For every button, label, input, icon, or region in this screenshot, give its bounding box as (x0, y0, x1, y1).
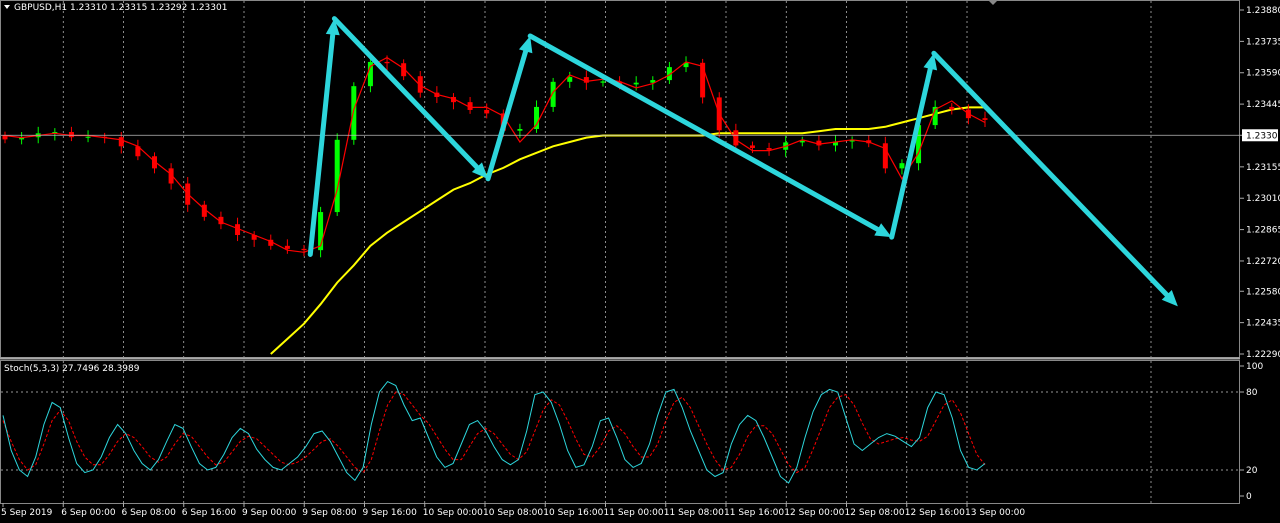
stoch-levels (1, 391, 1240, 471)
y-tick-label: 1.23880 (1246, 6, 1280, 16)
x-tick-label: 12 Sep 08:00 (845, 508, 905, 518)
y-tick-label: 1.22290 (1246, 350, 1280, 360)
x-tick-label: 6 Sep 08:00 (122, 508, 177, 518)
x-tick-label: 12 Sep 00:00 (784, 508, 844, 518)
candle-body (301, 248, 307, 251)
stoch-main-line (2, 380, 986, 484)
stoch-tick-label: 80 (1246, 388, 1258, 398)
stoch-axis: 100 80 20 0 (1240, 362, 1263, 502)
x-tick-label: 5 Sep 2019 (1, 508, 53, 518)
chart-menu-icon[interactable] (4, 5, 10, 9)
candle-body (284, 245, 290, 249)
candle-body (633, 82, 639, 85)
x-tick-label: 6 Sep 16:00 (182, 508, 237, 518)
trend-arrows (307, 16, 1178, 307)
candle-body (882, 143, 888, 169)
candle-body (85, 136, 91, 138)
candle-body (384, 61, 390, 64)
y-tick-label: 1.22865 (1246, 226, 1280, 236)
candle-body (517, 128, 523, 131)
candle-body (68, 132, 74, 138)
y-tick-label: 1.23010 (1246, 194, 1280, 204)
candle-body (334, 139, 340, 213)
y-tick-label: 1.23735 (1246, 37, 1280, 47)
x-tick-label: 10 Sep 08:00 (483, 508, 543, 518)
x-tick-label: 12 Sep 16:00 (905, 508, 965, 518)
price-axis: 1.23880 1.23735 1.23590 1.23445 1.23301 1.231… (1240, 6, 1280, 360)
trend-arrow-shaft (889, 66, 933, 240)
y-tick-label: 1.23590 (1246, 69, 1280, 79)
stoch-tick-label: 0 (1246, 492, 1252, 502)
x-tick-label: 11 Sep 16:00 (724, 508, 784, 518)
candle-body (899, 163, 905, 169)
x-tick-label: 9 Sep 16:00 (363, 508, 418, 518)
stoch-tick-label: 20 (1246, 466, 1258, 476)
stoch-signal-line (2, 391, 986, 474)
candle-body (567, 77, 573, 82)
stoch-tick-label: 100 (1246, 362, 1263, 372)
y-tick-label: 1.23445 (1246, 100, 1280, 110)
y-tick-label: 1.22435 (1246, 319, 1280, 329)
candle-body (982, 118, 988, 120)
x-tick-label: 11 Sep 08:00 (664, 508, 724, 518)
candle-body (766, 148, 772, 150)
candle-body (351, 86, 357, 140)
x-tick-label: 11 Sep 00:00 (604, 508, 664, 518)
x-tick-label: 10 Sep 16:00 (543, 508, 603, 518)
time-axis: 5 Sep 2019 6 Sep 00:00 6 Sep 08:00 6 Sep 16… (1, 503, 1025, 518)
y-tick-label: 1.22580 (1246, 287, 1280, 297)
current-price-label: 1.23301 (1246, 131, 1280, 141)
y-tick-label: 1.23155 (1246, 163, 1280, 173)
candle-body (749, 145, 755, 149)
ohlc-label: 1.23310 1.23315 1.23292 1.23301 (70, 3, 227, 13)
x-tick-label: 9 Sep 08:00 (302, 508, 357, 518)
candle-body (600, 81, 606, 83)
symbol-label: GBPUSD,H1 (14, 3, 67, 13)
x-tick-label: 13 Sep 00:00 (965, 508, 1025, 518)
candle-body (484, 109, 490, 114)
candle-body (949, 106, 955, 110)
trading-chart[interactable]: 1.23880 1.23735 1.23590 1.23445 1.23301 1.231… (0, 0, 1280, 523)
scroll-marker-icon[interactable] (988, 0, 998, 5)
candle-body (118, 137, 124, 147)
stochastic-lines (2, 380, 986, 484)
x-tick-label: 9 Sep 00:00 (242, 508, 297, 518)
y-tick-label: 1.22720 (1246, 257, 1280, 267)
x-tick-label: 6 Sep 00:00 (61, 508, 116, 518)
stoch-pane-frame (0, 360, 1240, 504)
trend-arrow-shaft (931, 50, 1170, 298)
stoch-label: Stoch(5,3,3) 27.7496 28.3989 (4, 364, 140, 374)
x-tick-label: 10 Sep 00:00 (423, 508, 483, 518)
